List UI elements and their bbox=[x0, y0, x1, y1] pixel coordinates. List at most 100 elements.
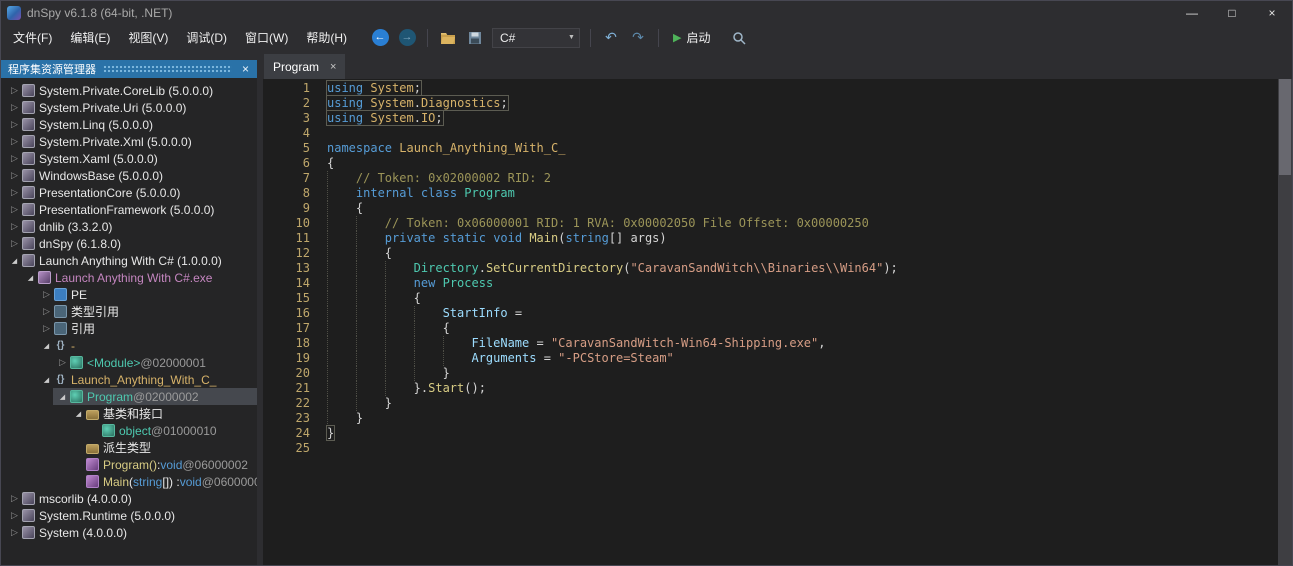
panel-close-icon[interactable]: × bbox=[239, 62, 252, 76]
tree-item[interactable]: 派生类型 bbox=[1, 439, 257, 456]
line-number[interactable]: 19 bbox=[263, 351, 327, 366]
expand-icon[interactable]: ▷ bbox=[40, 323, 53, 334]
code-line[interactable]: 21}.Start(); bbox=[263, 381, 1278, 396]
code-line[interactable]: 7// Token: 0x02000002 RID: 2 bbox=[263, 171, 1278, 186]
line-number[interactable]: 6 bbox=[263, 156, 327, 171]
expand-icon[interactable]: ▷ bbox=[8, 136, 21, 147]
line-number[interactable]: 16 bbox=[263, 306, 327, 321]
line-number[interactable]: 1 bbox=[263, 81, 327, 96]
line-number[interactable]: 25 bbox=[263, 441, 327, 456]
expand-icon[interactable]: ▷ bbox=[8, 204, 21, 215]
tree-item[interactable]: ◢Launch Anything With C# (1.0.0.0) bbox=[1, 252, 257, 269]
line-number[interactable]: 10 bbox=[263, 216, 327, 231]
code-line[interactable]: 9{ bbox=[263, 201, 1278, 216]
maximize-button[interactable]: □ bbox=[1212, 1, 1252, 24]
tab-program[interactable]: Program × bbox=[264, 54, 345, 79]
expand-icon[interactable]: ▷ bbox=[8, 153, 21, 164]
save-all-button[interactable] bbox=[465, 27, 485, 49]
collapse-icon[interactable]: ◢ bbox=[40, 342, 53, 350]
code-editor[interactable]: 1using System;2using System.Diagnostics;… bbox=[263, 79, 1292, 565]
code-line[interactable]: 18FileName = "CaravanSandWitch-Win64-Shi… bbox=[263, 336, 1278, 351]
tree-item[interactable]: ◢{}- bbox=[1, 337, 257, 354]
tree-item[interactable]: Program() : void @06000002 bbox=[1, 456, 257, 473]
tree-item[interactable]: ▷dnSpy (6.1.8.0) bbox=[1, 235, 257, 252]
navigate-forward-button[interactable]: → bbox=[397, 27, 417, 49]
expand-icon[interactable]: ▷ bbox=[8, 221, 21, 232]
menu-item[interactable]: 窗口(W) bbox=[236, 24, 297, 51]
tree-item[interactable]: ▷dnlib (3.3.2.0) bbox=[1, 218, 257, 235]
line-number[interactable]: 8 bbox=[263, 186, 327, 201]
navigate-back-button[interactable]: ← bbox=[370, 27, 390, 49]
code-line[interactable]: 22} bbox=[263, 396, 1278, 411]
collapse-icon[interactable]: ◢ bbox=[8, 257, 21, 265]
expand-icon[interactable]: ▷ bbox=[8, 493, 21, 504]
menu-item[interactable]: 帮助(H) bbox=[297, 24, 356, 51]
tree-item[interactable]: ▷<Module> @02000001 bbox=[1, 354, 257, 371]
expand-icon[interactable]: ▷ bbox=[8, 527, 21, 538]
tree-item[interactable]: ▷System.Runtime (5.0.0.0) bbox=[1, 507, 257, 524]
code-line[interactable]: 11private static void Main(string[] args… bbox=[263, 231, 1278, 246]
menu-item[interactable]: 调试(D) bbox=[177, 24, 236, 51]
tree-item[interactable]: ▷System.Private.Uri (5.0.0.0) bbox=[1, 99, 257, 116]
code-line[interactable]: 17{ bbox=[263, 321, 1278, 336]
line-number[interactable]: 2 bbox=[263, 96, 327, 111]
code-line[interactable]: 5namespace Launch_Anything_With_C_ bbox=[263, 141, 1278, 156]
line-number[interactable]: 24 bbox=[263, 426, 327, 441]
tree-item[interactable]: ◢Program @02000002 bbox=[1, 388, 257, 405]
code-line[interactable]: 19Arguments = "-PCStore=Steam" bbox=[263, 351, 1278, 366]
code-line[interactable]: 12{ bbox=[263, 246, 1278, 261]
expand-icon[interactable]: ▷ bbox=[8, 170, 21, 181]
undo-button[interactable]: ↶ bbox=[601, 27, 621, 49]
code-line[interactable]: 14new Process bbox=[263, 276, 1278, 291]
line-number[interactable]: 23 bbox=[263, 411, 327, 426]
code-line[interactable]: 4 bbox=[263, 126, 1278, 141]
expand-icon[interactable]: ▷ bbox=[8, 510, 21, 521]
line-number[interactable]: 14 bbox=[263, 276, 327, 291]
expand-icon[interactable]: ▷ bbox=[8, 119, 21, 130]
expand-icon[interactable]: ▷ bbox=[8, 238, 21, 249]
tree-item[interactable]: ▷PresentationCore (5.0.0.0) bbox=[1, 184, 257, 201]
menu-item[interactable]: 文件(F) bbox=[4, 24, 61, 51]
expand-icon[interactable]: ▷ bbox=[56, 357, 69, 368]
code-line[interactable]: 2using System.Diagnostics; bbox=[263, 96, 1278, 111]
minimize-button[interactable]: — bbox=[1172, 1, 1212, 24]
tree-item[interactable]: ▷PE bbox=[1, 286, 257, 303]
search-button[interactable] bbox=[729, 27, 749, 49]
collapse-icon[interactable]: ◢ bbox=[72, 410, 85, 418]
expand-icon[interactable]: ▷ bbox=[8, 187, 21, 198]
redo-button[interactable]: ↷ bbox=[628, 27, 648, 49]
tree-item[interactable]: object @01000010 bbox=[1, 422, 257, 439]
code-line[interactable]: 20} bbox=[263, 366, 1278, 381]
code-line[interactable]: 15{ bbox=[263, 291, 1278, 306]
tree-item[interactable]: ▷类型引用 bbox=[1, 303, 257, 320]
language-combobox[interactable]: C# ▼ bbox=[492, 28, 580, 48]
line-number[interactable]: 9 bbox=[263, 201, 327, 216]
code-line[interactable]: 24} bbox=[263, 426, 1278, 441]
line-number[interactable]: 22 bbox=[263, 396, 327, 411]
tree-item[interactable]: ◢基类和接口 bbox=[1, 405, 257, 422]
tree-item[interactable]: ▷System.Private.Xml (5.0.0.0) bbox=[1, 133, 257, 150]
collapse-icon[interactable]: ◢ bbox=[56, 393, 69, 401]
expand-icon[interactable]: ▷ bbox=[40, 289, 53, 300]
tree-item[interactable]: ◢{}Launch_Anything_With_C_ bbox=[1, 371, 257, 388]
line-number[interactable]: 4 bbox=[263, 126, 327, 141]
code-line[interactable]: 3using System.IO; bbox=[263, 111, 1278, 126]
menu-item[interactable]: 编辑(E) bbox=[61, 24, 119, 51]
open-button[interactable] bbox=[438, 27, 458, 49]
editor-scrollbar[interactable] bbox=[1278, 79, 1292, 565]
start-button[interactable]: ▶ 启动 bbox=[669, 29, 714, 46]
line-number[interactable]: 12 bbox=[263, 246, 327, 261]
line-number[interactable]: 20 bbox=[263, 366, 327, 381]
code-line[interactable]: 25 bbox=[263, 441, 1278, 456]
code-line[interactable]: 6{ bbox=[263, 156, 1278, 171]
line-number[interactable]: 17 bbox=[263, 321, 327, 336]
expand-icon[interactable]: ▷ bbox=[8, 102, 21, 113]
tree-item[interactable]: ▷PresentationFramework (5.0.0.0) bbox=[1, 201, 257, 218]
line-number[interactable]: 21 bbox=[263, 381, 327, 396]
assembly-explorer-header[interactable]: 程序集资源管理器 × bbox=[1, 60, 257, 78]
line-number[interactable]: 3 bbox=[263, 111, 327, 126]
collapse-icon[interactable]: ◢ bbox=[40, 376, 53, 384]
code-line[interactable]: 16StartInfo = bbox=[263, 306, 1278, 321]
expand-icon[interactable]: ▷ bbox=[8, 85, 21, 96]
code-line[interactable]: 23} bbox=[263, 411, 1278, 426]
